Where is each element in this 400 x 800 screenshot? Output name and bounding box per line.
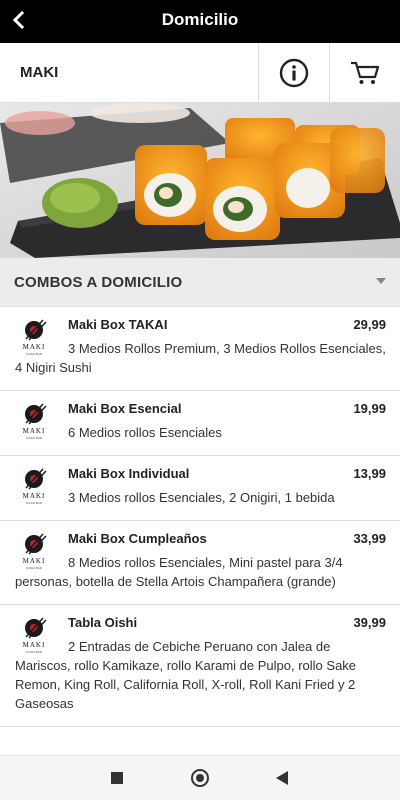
maki-logo-icon: MAKI SUSHI BAR	[23, 468, 47, 505]
home-dot	[196, 774, 204, 782]
circle-home-icon[interactable]	[191, 769, 209, 787]
cart-button[interactable]	[329, 43, 400, 103]
product-list: MAKI SUSHI BAR Maki Box TAKAI 29,99 3 Me…	[0, 307, 400, 755]
maki-logo-icon: MAKI SUSHI BAR	[23, 403, 47, 440]
hero-image	[0, 103, 400, 258]
item-description: 2 Entradas de Cebiche Peruano con Jalea …	[15, 639, 357, 711]
item-name: Tabla Oishi	[68, 615, 138, 630]
list-item[interactable]: MAKI SUSHI BAR Maki Box Cumpleaños 33,99…	[0, 521, 400, 605]
svg-text:SUSHI BAR: SUSHI BAR	[26, 501, 43, 505]
store-name: MAKI	[20, 64, 59, 81]
item-name: Maki Box Individual	[68, 466, 190, 481]
list-item[interactable]: MAKI SUSHI BAR Maki Box TAKAI 29,99 3 Me…	[0, 307, 400, 391]
maki-logo-icon: MAKI SUSHI BAR	[23, 533, 47, 570]
item-description: 6 Medios rollos Esenciales	[68, 425, 222, 440]
category-header[interactable]: COMBOS A DOMICILIO	[0, 258, 400, 307]
item-name: Maki Box Esencial	[68, 401, 182, 416]
triangle-back-icon[interactable]	[276, 771, 288, 785]
item-price: 39,99	[353, 615, 386, 630]
list-item[interactable]: MAKI SUSHI BAR Maki Box Individual 13,99…	[0, 456, 400, 521]
cart-icon	[351, 61, 380, 84]
svg-text:MAKI: MAKI	[23, 557, 46, 565]
item-price: 29,99	[353, 317, 386, 332]
item-description: 8 Medios rollos Esenciales, Mini pastel …	[15, 555, 343, 589]
item-price: 33,99	[353, 531, 386, 546]
item-price: 13,99	[353, 466, 386, 481]
svg-text:SUSHI BAR: SUSHI BAR	[26, 650, 43, 654]
svg-text:SUSHI BAR: SUSHI BAR	[26, 566, 43, 570]
square-icon[interactable]	[111, 772, 123, 784]
info-button[interactable]	[258, 43, 329, 103]
maki-logo-icon: MAKI SUSHI BAR	[23, 319, 47, 356]
item-price: 19,99	[353, 401, 386, 416]
item-description: 3 Medios Rollos Premium, 3 Medios Rollos…	[15, 341, 386, 375]
svg-text:MAKI: MAKI	[23, 427, 46, 435]
maki-logo-icon: MAKI SUSHI BAR	[23, 617, 47, 654]
list-item[interactable]: MAKI SUSHI BAR Maki Box Esencial 19,99 6…	[0, 391, 400, 456]
svg-text:SUSHI BAR: SUSHI BAR	[26, 436, 43, 440]
store-bar: MAKI	[0, 43, 400, 103]
item-description: 3 Medios rollos Esenciales, 2 Onigiri, 1…	[68, 490, 335, 505]
svg-text:MAKI: MAKI	[23, 343, 46, 351]
sushi-rolls-photo	[0, 103, 400, 258]
item-name: Maki Box Cumpleaños	[68, 531, 207, 546]
svg-text:MAKI: MAKI	[23, 641, 46, 649]
svg-text:SUSHI BAR: SUSHI BAR	[26, 352, 43, 356]
info-icon	[279, 58, 309, 88]
category-title: COMBOS A DOMICILIO	[14, 274, 183, 291]
list-item[interactable]: MAKI SUSHI BAR Tabla Oishi 39,99 2 Entra…	[0, 605, 400, 727]
item-name: Maki Box TAKAI	[68, 317, 168, 332]
system-nav-bar	[0, 755, 400, 800]
svg-text:MAKI: MAKI	[23, 492, 46, 500]
caret-down-icon	[376, 278, 386, 284]
top-app-bar: Domicilio	[0, 0, 400, 43]
page-title: Domicilio	[161, 10, 239, 29]
